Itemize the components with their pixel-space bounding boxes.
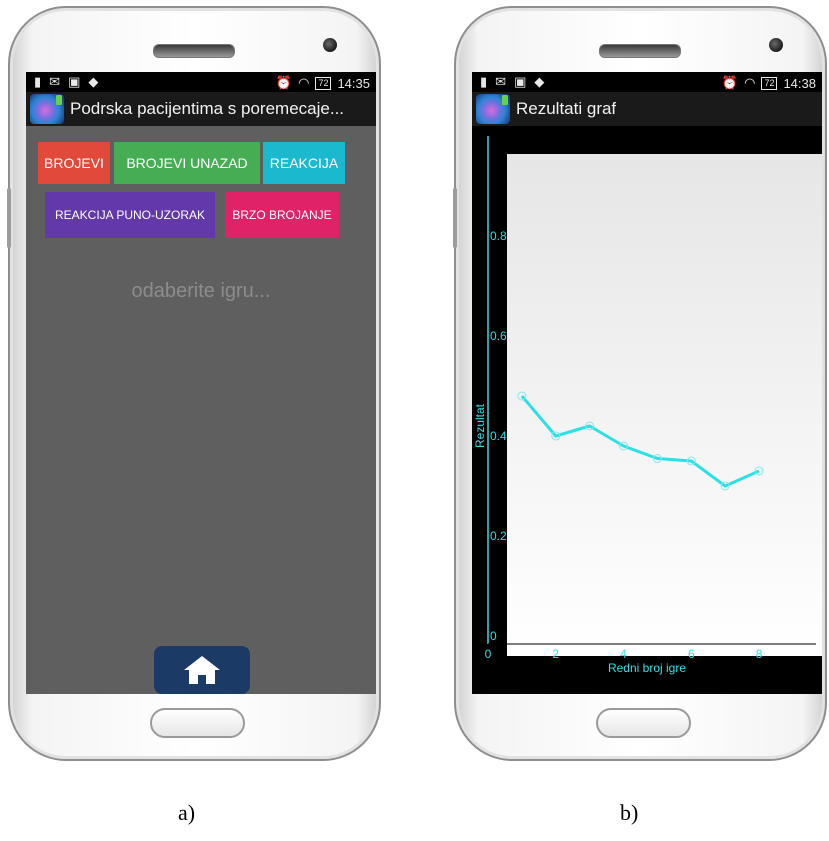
x-axis-label: Redni broj igre <box>608 661 686 675</box>
shield-icon: ◆ <box>88 74 99 89</box>
reakcija-button[interactable]: REAKCIJA <box>263 142 345 184</box>
alarm-icon: ⏰ <box>721 75 739 90</box>
home-icon <box>184 656 220 684</box>
image-icon: ▣ <box>514 74 527 89</box>
phone-b-frame: ▮ ✉ ▣ ◆ ⏰ ◠ 72 14:38 Rezultati graf 0 0.2… <box>453 6 827 761</box>
game-menu: BROJEVI BROJEVI UNAZAD REAKCIJA REAKCIJA… <box>26 126 376 694</box>
phone-a-frame: ▮ ✉ ▣ ◆ ⏰ ◠ 72 14:35 Podrska pacijentima… <box>7 6 381 761</box>
wifi-icon: ◠ <box>744 75 756 90</box>
brojevi-button[interactable]: BROJEVI <box>38 142 110 184</box>
earpiece-speaker <box>599 44 681 58</box>
earpiece-speaker <box>153 44 235 58</box>
y-tick-label: 0.8 <box>490 229 507 243</box>
x-tick-label: 0 <box>485 647 492 661</box>
app-title: Podrska pacijentima s poremecaje... <box>70 99 345 118</box>
physical-home-button[interactable] <box>150 708 245 738</box>
physical-home-button[interactable] <box>596 708 691 738</box>
caption-b: b) <box>620 800 639 825</box>
status-bar: ▮ ✉ ▣ ◆ ⏰ ◠ 72 14:38 <box>472 72 822 92</box>
data-point <box>517 391 527 401</box>
volume-key <box>453 188 457 248</box>
brojevi-unazad-button[interactable]: BROJEVI UNAZAD <box>114 142 260 184</box>
app-title: Rezultati graf <box>516 99 617 118</box>
action-bar: Podrska pacijentima s poremecaje... <box>26 92 376 126</box>
brzo-brojanje-button[interactable]: BRZO BROJANJE <box>225 192 339 238</box>
action-bar: Rezultati graf <box>472 92 822 126</box>
front-camera <box>323 38 337 52</box>
mail-icon: ✉ <box>49 74 61 89</box>
shield-icon: ◆ <box>534 74 545 89</box>
x-tick-label: 8 <box>756 647 763 661</box>
phone-b-screen: ▮ ✉ ▣ ◆ ⏰ ◠ 72 14:38 Rezultati graf 0 0.2… <box>472 72 822 694</box>
y-axis-label: Rezultat <box>473 403 487 448</box>
home-button[interactable] <box>154 646 250 694</box>
x-tick-label: 2 <box>552 647 559 661</box>
y-tick-label: 0 <box>490 629 497 643</box>
battery-level: 72 <box>761 76 778 90</box>
results-series-line <box>520 395 760 488</box>
clock-time: 14:38 <box>783 75 816 91</box>
app-brain-icon[interactable] <box>30 94 64 124</box>
app-brain-icon[interactable] <box>476 94 510 124</box>
phone-a-screen: ▮ ✉ ▣ ◆ ⏰ ◠ 72 14:35 Podrska pacijentima… <box>26 72 376 694</box>
clock-time: 14:35 <box>337 75 370 91</box>
status-bar: ▮ ✉ ▣ ◆ ⏰ ◠ 72 14:35 <box>26 72 376 92</box>
caption-a: a) <box>178 800 196 825</box>
signal-icon: ▮ <box>480 74 488 89</box>
wifi-icon: ◠ <box>298 75 310 90</box>
reakcija-puno-uzorak-button[interactable]: REAKCIJA PUNO-UZORAK <box>45 192 215 238</box>
image-icon: ▣ <box>68 74 81 89</box>
choose-game-hint: odaberite igru... <box>131 280 271 302</box>
y-tick-label: 0.6 <box>490 329 507 343</box>
mail-icon: ✉ <box>495 74 507 89</box>
y-tick-label: 0.2 <box>490 529 507 543</box>
y-tick-label: 0.4 <box>490 429 507 443</box>
x-tick-label: 4 <box>620 647 627 661</box>
battery-level: 72 <box>315 76 332 90</box>
results-chart-area: 0 0.2 0.4 0.6 0.8 0 2 4 6 8 Redni broj igre Rezulta… <box>472 126 822 694</box>
x-tick-label: 6 <box>688 647 695 661</box>
signal-icon: ▮ <box>34 74 42 89</box>
alarm-icon: ⏰ <box>275 75 293 90</box>
front-camera <box>769 38 783 52</box>
volume-key <box>7 188 11 248</box>
results-line-chart[interactable]: 0 0.2 0.4 0.6 0.8 0 2 4 6 8 Redni broj igre Rezulta… <box>472 126 822 694</box>
